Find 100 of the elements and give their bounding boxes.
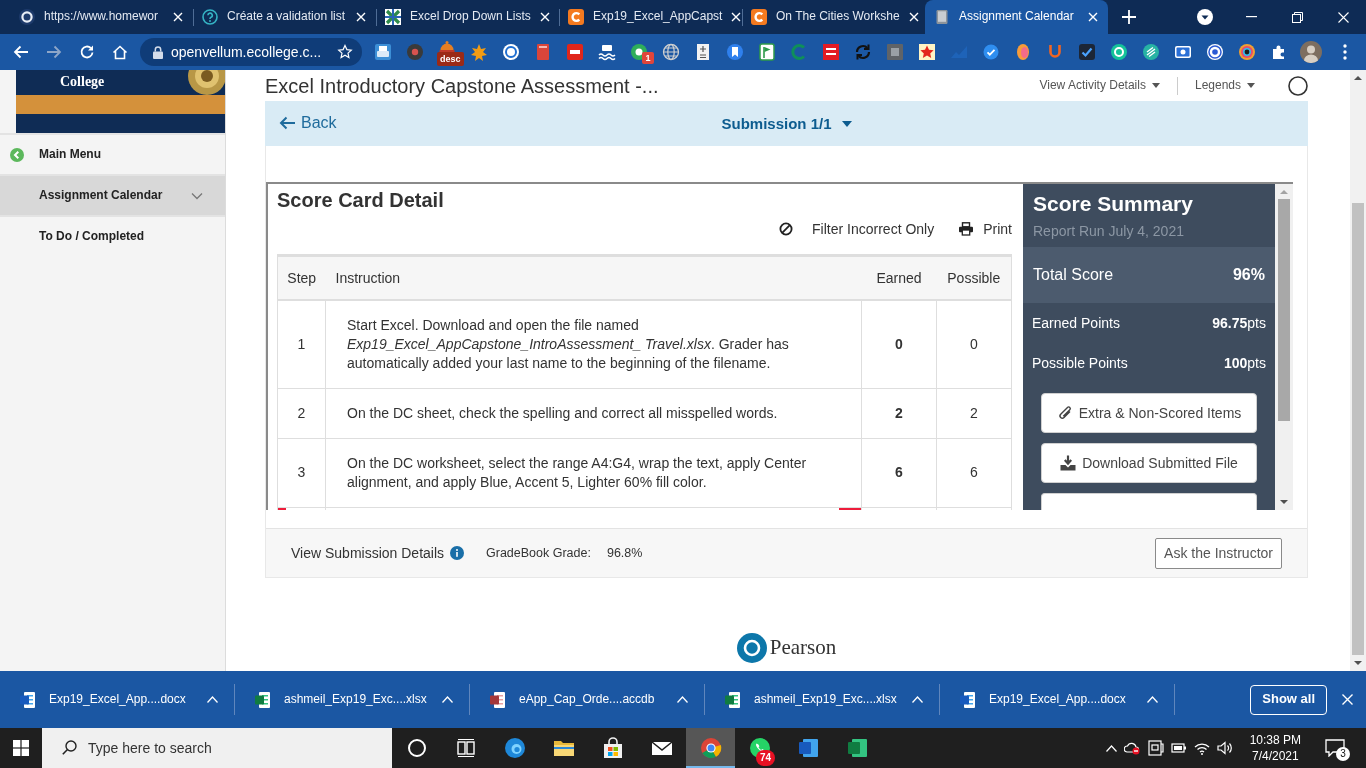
book-icon[interactable] (534, 43, 552, 61)
restore-icon[interactable] (1291, 11, 1303, 23)
chevron-up-icon[interactable] (1105, 744, 1117, 752)
show-all-button[interactable]: Show all (1250, 684, 1327, 715)
caret-up-icon[interactable] (442, 696, 453, 703)
browser-tab[interactable]: Excel Drop Down Lists (376, 0, 559, 34)
notification-icon[interactable] (1325, 739, 1345, 757)
circle-icon[interactable] (1110, 43, 1128, 61)
flag-icon[interactable] (758, 43, 776, 61)
header-link[interactable]: View Activity Details (1039, 77, 1160, 94)
filter-button[interactable]: Filter Incorrect Only (779, 220, 935, 238)
close-icon[interactable] (173, 12, 183, 22)
scrollbar-thumb[interactable] (1278, 199, 1290, 421)
splash-icon[interactable] (470, 43, 488, 61)
download-item[interactable]: Exp19_Excel_App....docx (0, 671, 235, 728)
plus-icon[interactable] (1122, 10, 1136, 24)
tile-icon (568, 9, 584, 25)
sidebar-item[interactable]: To Do / Completed (0, 215, 225, 256)
back-icon[interactable] (12, 44, 29, 60)
tile-icon[interactable] (566, 43, 584, 61)
battery-icon[interactable] (1170, 742, 1187, 754)
start-icon[interactable] (13, 740, 29, 756)
clock-date[interactable]: 7/4/2021 (1251, 748, 1299, 764)
stat-label: Earned Points (1032, 314, 1120, 333)
printer-icon[interactable] (374, 43, 392, 61)
ring-icon[interactable] (1206, 43, 1224, 61)
header-link[interactable]: Legends (1194, 77, 1255, 94)
close-icon[interactable] (1342, 694, 1353, 705)
paperclip-icon (1056, 405, 1073, 421)
bookmark-icon[interactable] (726, 43, 744, 61)
close-icon[interactable] (1088, 12, 1098, 22)
address-bar[interactable]: openvellum.ecollege.c... (140, 38, 362, 66)
back-button[interactable]: Back (279, 113, 337, 134)
table-cell: 3 (277, 438, 326, 507)
report-date: Report Run July 4, 2021 (1032, 222, 1185, 240)
scrollbar-thumb[interactable] (1352, 203, 1364, 655)
wifi-icon[interactable] (1193, 741, 1210, 755)
forward-icon[interactable] (45, 44, 62, 60)
circle-icon[interactable] (1288, 75, 1308, 96)
close-icon[interactable] (908, 12, 919, 22)
circle-icon[interactable] (1142, 43, 1160, 61)
summary-button[interactable]: Extra & Non-Scored Items (1041, 393, 1257, 433)
summary-title: Score Summary (1032, 191, 1194, 216)
ring-icon[interactable] (1238, 43, 1256, 61)
close-icon[interactable] (356, 12, 366, 22)
caret-up-icon[interactable] (912, 696, 923, 703)
minimize-icon[interactable] (1245, 16, 1257, 18)
bookmark-star-icon[interactable] (337, 44, 353, 60)
home-icon[interactable] (111, 44, 128, 60)
cloud-icon[interactable] (1123, 741, 1141, 755)
close-icon[interactable] (539, 12, 550, 22)
volume-icon[interactable] (1216, 741, 1233, 755)
reload-icon[interactable] (78, 44, 95, 60)
screen-icon[interactable] (1174, 43, 1192, 61)
browser-icon (502, 736, 527, 760)
device-icon[interactable] (1147, 740, 1164, 756)
caret-up-icon[interactable] (207, 696, 218, 703)
close-icon[interactable] (731, 12, 742, 22)
download-item[interactable]: ashmeil_Exp19_Exc....xlsx (705, 671, 940, 728)
tile-icon[interactable] (886, 43, 904, 61)
avatar-icon[interactable] (1300, 41, 1322, 63)
clock-time[interactable]: 10:38 PM (1249, 732, 1301, 748)
extensions-icon[interactable] (1271, 44, 1287, 60)
document-icon[interactable] (694, 43, 712, 61)
cycle-icon[interactable] (854, 43, 872, 61)
browser-tab[interactable]: Exp19_Excel_AppCapst (559, 0, 742, 34)
caret-up-icon[interactable] (1147, 696, 1158, 703)
checkbox-icon[interactable] (1078, 43, 1096, 61)
browser-tab[interactable]: https://www.homewor (10, 0, 193, 34)
extension-label: desc (437, 52, 464, 66)
globe-icon[interactable] (662, 43, 680, 61)
star-icon[interactable] (918, 43, 936, 61)
close-icon[interactable] (1337, 11, 1349, 23)
ring-icon[interactable] (502, 43, 520, 61)
document-icon (960, 691, 975, 708)
taskbar-button[interactable]: 74 (735, 728, 784, 768)
balloon-icon[interactable] (1014, 43, 1032, 61)
download-item[interactable]: ashmeil_Exp19_Exc....xlsx (235, 671, 470, 728)
browser-tab[interactable]: Créate a validation list (193, 0, 376, 34)
sidebar-item[interactable]: Assignment Calendar (0, 174, 225, 215)
details-link[interactable]: View Submission Details (291, 543, 465, 563)
browser-tab[interactable]: Assignment Calendar (925, 0, 1108, 34)
print-button[interactable]: Print (959, 220, 1012, 238)
tile-icon[interactable] (822, 43, 840, 61)
submission-dropdown[interactable]: Submission 1/1 (721, 113, 852, 134)
caret-up-icon[interactable] (677, 696, 688, 703)
check-icon[interactable] (982, 43, 1000, 61)
browser-tab[interactable]: On The Cities Workshe (742, 0, 925, 34)
ask-button[interactable]: Ask the Instructor (1155, 537, 1282, 569)
dropdown-icon[interactable] (1197, 9, 1213, 25)
column-header: Possible (936, 255, 1012, 300)
download-item[interactable]: Exp19_Excel_App....docx (940, 671, 1175, 728)
chevron-down-icon (191, 191, 203, 200)
total-score-label: Total Score (1033, 264, 1114, 285)
search-field[interactable]: Type here to search (42, 728, 392, 768)
summary-button[interactable]: Download Submitted File (1041, 443, 1257, 483)
download-item[interactable]: eApp_Cap_Orde....accdb (470, 671, 705, 728)
menu-icon[interactable] (1343, 44, 1347, 60)
wave-icon[interactable] (598, 43, 616, 61)
disc-icon[interactable] (406, 43, 424, 61)
